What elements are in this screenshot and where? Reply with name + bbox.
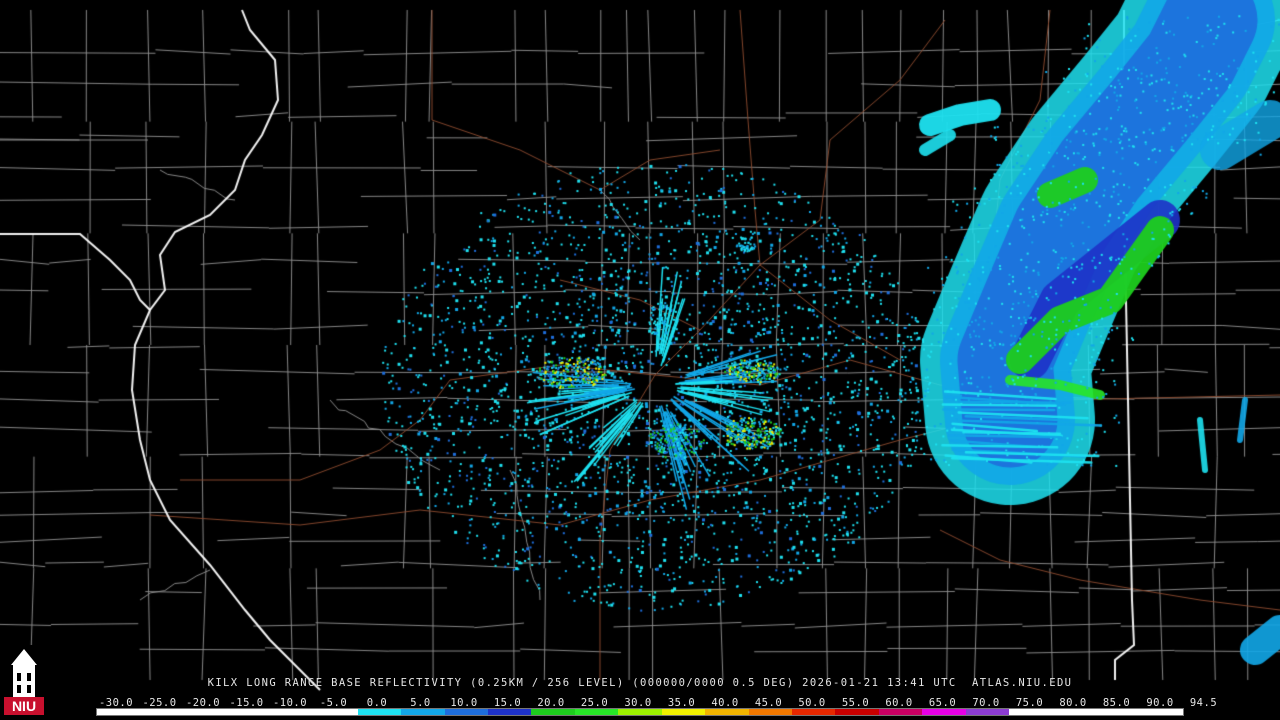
- scale-swatch: [1009, 709, 1053, 715]
- scale-swatch: [444, 709, 488, 715]
- scale-swatch: [748, 709, 792, 715]
- logo-window-2: [27, 673, 31, 681]
- scale-swatch: [574, 709, 619, 715]
- scale-swatch: [661, 709, 706, 715]
- product-caption: KILX LONG RANGE BASE REFLECTIVITY (0.25K…: [207, 677, 1073, 689]
- scale-swatch: [1139, 709, 1183, 715]
- scale-swatch: [487, 709, 532, 715]
- scale-swatch: [878, 709, 923, 715]
- niu-logo: NIU: [2, 645, 46, 717]
- scale-swatch: [357, 709, 402, 715]
- logo-text: NIU: [12, 698, 36, 714]
- scale-swatch: [705, 709, 749, 715]
- scale-swatch: [618, 709, 662, 715]
- logo-window-4: [27, 685, 31, 693]
- scale-swatch: [835, 709, 879, 715]
- scale-swatch: [227, 709, 271, 715]
- logo-tower: [13, 663, 35, 697]
- scale-swatch: [183, 709, 228, 715]
- scale-swatch: [314, 709, 358, 715]
- scale-swatch: [270, 709, 315, 715]
- scale-swatch: [531, 709, 575, 715]
- scale-swatch: [1052, 709, 1097, 715]
- radar-map: [0, 0, 1280, 720]
- color-scale-bar: [96, 708, 1184, 716]
- scale-swatch: [1096, 709, 1140, 715]
- scale-swatch: [140, 709, 184, 715]
- logo-window-3: [17, 685, 21, 693]
- scale-swatch: [965, 709, 1010, 715]
- scale-swatch: [792, 709, 836, 715]
- scale-swatch: [922, 709, 966, 715]
- scale-swatch: [401, 709, 445, 715]
- logo-window-1: [17, 673, 21, 681]
- scale-tick-label: 94.5: [1189, 697, 1218, 709]
- scale-swatch: [97, 709, 141, 715]
